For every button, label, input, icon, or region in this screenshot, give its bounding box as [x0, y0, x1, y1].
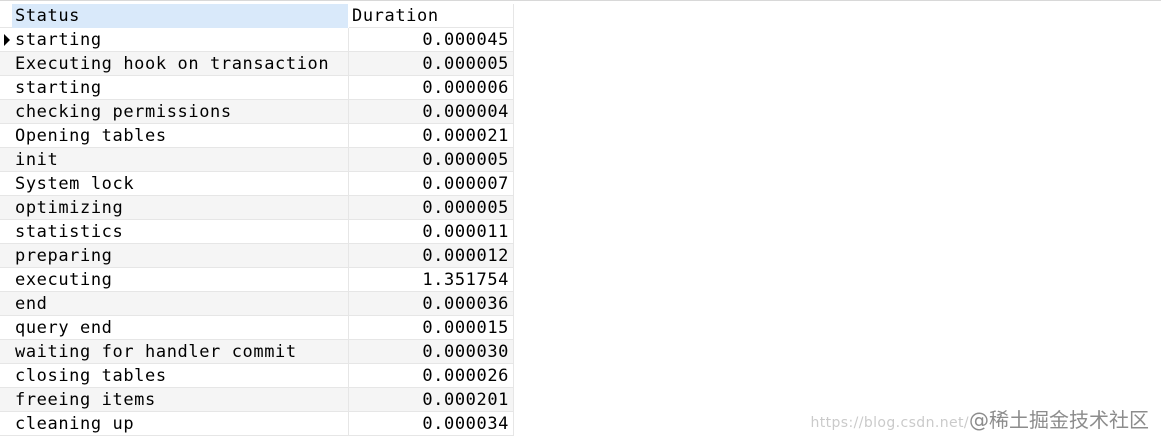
watermark-brand: @稀土掘金技术社区 — [969, 408, 1149, 432]
table-row[interactable]: Opening tables 0.000021 — [0, 124, 514, 148]
row-indicator[interactable] — [0, 364, 12, 388]
row-indicator[interactable] — [0, 52, 12, 76]
table-row[interactable]: starting 0.000045 — [0, 28, 514, 52]
duration-cell[interactable]: 0.000006 — [349, 76, 514, 100]
header-row: Status Duration — [0, 4, 514, 28]
row-indicator[interactable] — [0, 124, 12, 148]
results-grid: Status Duration starting 0.000045 Executin… — [0, 4, 514, 436]
status-cell[interactable]: cleaning up — [12, 412, 349, 436]
duration-cell[interactable]: 0.000030 — [349, 340, 514, 364]
status-cell[interactable]: closing tables — [12, 364, 349, 388]
duration-cell[interactable]: 0.000036 — [349, 292, 514, 316]
row-indicator[interactable] — [0, 388, 12, 412]
duration-cell[interactable]: 0.000021 — [349, 124, 514, 148]
duration-cell[interactable]: 0.000011 — [349, 220, 514, 244]
grid-body: starting 0.000045 Executing hook on transa… — [0, 28, 514, 436]
table-row[interactable]: freeing items 0.000201 — [0, 388, 514, 412]
row-indicator[interactable] — [0, 172, 12, 196]
row-indicator[interactable] — [0, 292, 12, 316]
status-cell[interactable]: statistics — [12, 220, 349, 244]
duration-cell[interactable]: 0.000005 — [349, 52, 514, 76]
table-row[interactable]: query end 0.000015 — [0, 316, 514, 340]
duration-cell[interactable]: 0.000005 — [349, 196, 514, 220]
duration-cell[interactable]: 0.000026 — [349, 364, 514, 388]
row-indicator[interactable] — [0, 100, 12, 124]
watermark-site: https://blog.csdn.net/ — [810, 415, 969, 431]
duration-cell[interactable]: 0.000005 — [349, 148, 514, 172]
status-cell[interactable]: freeing items — [12, 388, 349, 412]
table-row[interactable]: cleaning up 0.000034 — [0, 412, 514, 436]
table-row[interactable]: end 0.000036 — [0, 292, 514, 316]
status-cell[interactable]: starting — [12, 28, 349, 52]
table-row[interactable]: closing tables 0.000026 — [0, 364, 514, 388]
duration-cell[interactable]: 0.000034 — [349, 412, 514, 436]
row-indicator[interactable] — [0, 76, 12, 100]
status-cell[interactable]: starting — [12, 76, 349, 100]
duration-cell[interactable]: 0.000007 — [349, 172, 514, 196]
status-cell[interactable]: checking permissions — [12, 100, 349, 124]
table-row[interactable]: System lock 0.000007 — [0, 172, 514, 196]
duration-cell[interactable]: 1.351754 — [349, 268, 514, 292]
row-indicator[interactable] — [0, 196, 12, 220]
table-row[interactable]: Executing hook on transaction 0.000005 — [0, 52, 514, 76]
table-row[interactable]: checking permissions 0.000004 — [0, 100, 514, 124]
row-indicator[interactable] — [0, 412, 12, 436]
duration-cell[interactable]: 0.000015 — [349, 316, 514, 340]
table-row[interactable]: preparing 0.000012 — [0, 244, 514, 268]
header-indicator — [0, 4, 12, 28]
duration-cell[interactable]: 0.000201 — [349, 388, 514, 412]
row-indicator[interactable] — [0, 220, 12, 244]
duration-cell[interactable]: 0.000045 — [349, 28, 514, 52]
current-row-indicator-icon[interactable] — [0, 28, 12, 52]
status-cell[interactable]: init — [12, 148, 349, 172]
status-cell[interactable]: System lock — [12, 172, 349, 196]
watermark: https://blog.csdn.net/@稀土掘金技术社区 — [810, 404, 1149, 433]
row-indicator[interactable] — [0, 316, 12, 340]
row-indicator[interactable] — [0, 340, 12, 364]
column-header-duration[interactable]: Duration — [349, 4, 514, 28]
top-border — [0, 0, 1161, 1]
table-row[interactable]: statistics 0.000011 — [0, 220, 514, 244]
duration-cell[interactable]: 0.000004 — [349, 100, 514, 124]
table-row[interactable]: waiting for handler commit 0.000030 — [0, 340, 514, 364]
status-cell[interactable]: preparing — [12, 244, 349, 268]
table-row[interactable]: starting 0.000006 — [0, 76, 514, 100]
table-row[interactable]: optimizing 0.000005 — [0, 196, 514, 220]
status-cell[interactable]: Opening tables — [12, 124, 349, 148]
status-cell[interactable]: end — [12, 292, 349, 316]
row-indicator[interactable] — [0, 268, 12, 292]
table-row[interactable]: executing 1.351754 — [0, 268, 514, 292]
status-cell[interactable]: query end — [12, 316, 349, 340]
status-cell[interactable]: Executing hook on transaction — [12, 52, 349, 76]
table-row[interactable]: init 0.000005 — [0, 148, 514, 172]
row-indicator[interactable] — [0, 148, 12, 172]
status-cell[interactable]: executing — [12, 268, 349, 292]
row-indicator[interactable] — [0, 244, 12, 268]
column-header-status[interactable]: Status — [12, 4, 349, 28]
status-cell[interactable]: waiting for handler commit — [12, 340, 349, 364]
status-cell[interactable]: optimizing — [12, 196, 349, 220]
duration-cell[interactable]: 0.000012 — [349, 244, 514, 268]
